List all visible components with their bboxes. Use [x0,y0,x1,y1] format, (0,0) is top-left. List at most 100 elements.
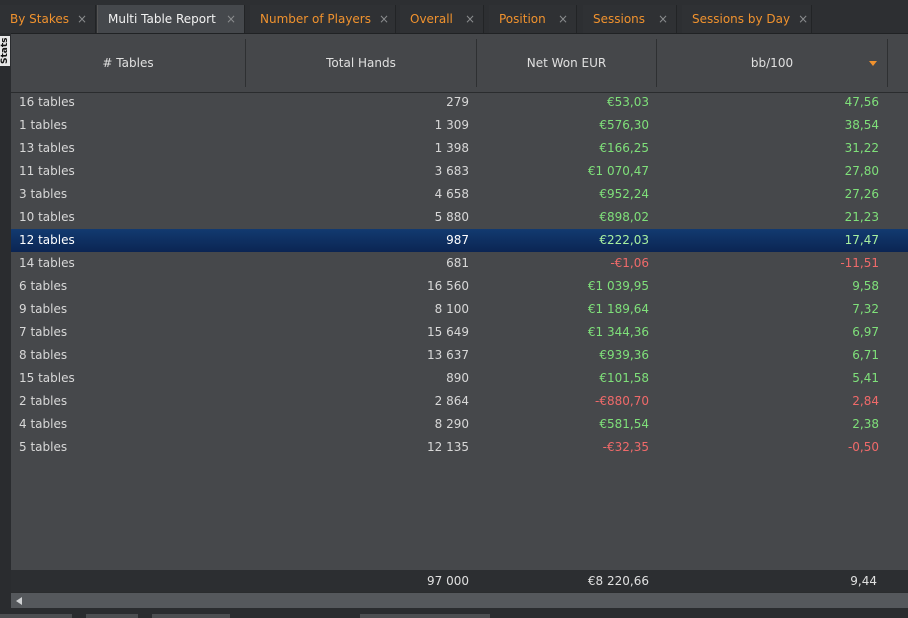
table-row[interactable]: 14 tables 681 -€1,06 -11,51 [11,252,908,275]
cell-net-won: €1 344,36 [587,325,649,339]
tab-sessions[interactable]: Sessions × [583,5,677,33]
cell-total-hands: 8 100 [434,302,469,316]
cell-total-hands: 12 135 [427,440,469,454]
cell-net-won: €53,03 [607,95,649,109]
tab-position[interactable]: Position × [489,5,577,33]
cell-total-hands: 13 637 [427,348,469,362]
cell-net-won: €576,30 [599,118,649,132]
cell-total-hands: 987 [446,233,469,247]
tab-label: Position [499,12,546,26]
table-row[interactable]: 1 tables 1 309 €576,30 38,54 [11,114,908,137]
cell-bb-100: 2,84 [852,394,879,408]
close-icon[interactable]: × [658,12,668,26]
cell-bb-100: 38,54 [844,118,879,132]
cell-total-hands: 681 [446,256,469,270]
cell-bb-100: 2,38 [852,417,879,431]
totals-row: 97 000 €8 220,66 9,44 [11,570,908,592]
cell-bb-100: 6,71 [852,348,879,362]
tab-label: Multi Table Report [108,12,216,26]
tab-sessions-by-day[interactable]: Sessions by Day × [682,5,812,33]
cell-bb-100: -11,51 [840,256,879,270]
table-row[interactable]: 9 tables 8 100 €1 189,64 7,32 [11,298,908,321]
cell-total-hands: 2 864 [434,394,469,408]
table-row[interactable]: 10 tables 5 880 €898,02 21,23 [11,206,908,229]
close-icon[interactable]: × [798,12,808,26]
table-row[interactable]: 4 tables 8 290 €581,54 2,38 [11,413,908,436]
cell-net-won: €898,02 [599,210,649,224]
cell-total-hands: 1 398 [434,141,469,155]
cell-net-won: €1 070,47 [587,164,649,178]
cell-total-hands: 279 [446,95,469,109]
column-header-bb-100[interactable]: bb/100 [657,39,888,87]
cell-tables: 3 tables [19,187,68,201]
cell-net-won: €939,36 [599,348,649,362]
table-row[interactable]: 16 tables 279 €53,03 47,56 [11,91,908,114]
cell-tables: 7 tables [19,325,68,339]
cell-tables: 4 tables [19,417,68,431]
cell-bb-100: 47,56 [844,95,879,109]
cell-tables: 6 tables [19,279,68,293]
table-row[interactable]: 5 tables 12 135 -€32,35 -0,50 [11,436,908,459]
table-row[interactable]: 7 tables 15 649 €1 344,36 6,97 [11,321,908,344]
cell-bb-100: 6,97 [852,325,879,339]
close-icon[interactable]: × [77,12,87,26]
grid-rows: 16 tables 279 €53,03 47,56 1 tables 1 309 €576… [11,91,908,459]
cell-net-won: €1 039,95 [587,279,649,293]
total-net-won: €8 220,66 [587,574,649,588]
cell-net-won: -€32,35 [602,440,649,454]
column-header-total-hands[interactable]: Total Hands [246,39,477,87]
cell-net-won: €101,58 [599,371,649,385]
total-hands: 97 000 [427,574,469,588]
cell-total-hands: 16 560 [427,279,469,293]
cell-net-won: €952,24 [599,187,649,201]
column-header-net-won[interactable]: Net Won EUR [477,39,657,87]
horizontal-scrollbar[interactable] [11,592,908,609]
cell-total-hands: 890 [446,371,469,385]
cell-tables: 8 tables [19,348,68,362]
cell-tables: 5 tables [19,440,68,454]
cell-total-hands: 1 309 [434,118,469,132]
multi-table-report-grid: # Tables Total Hands Net Won EUR bb/100 … [11,34,908,609]
report-tab-bar: By Stakes × Multi Table Report × Number … [0,0,908,34]
table-row[interactable]: 13 tables 1 398 €166,25 31,22 [11,137,908,160]
cell-bb-100: 17,47 [844,233,879,247]
cell-bb-100: 21,23 [844,210,879,224]
tab-overall[interactable]: Overall × [400,5,484,33]
cell-net-won: €166,25 [599,141,649,155]
cell-net-won: €1 189,64 [587,302,649,316]
column-header-tables[interactable]: # Tables [11,39,246,87]
cell-tables: 14 tables [19,256,75,270]
tab-label: Sessions [593,12,646,26]
cell-bb-100: -0,50 [847,440,879,454]
table-row[interactable]: 6 tables 16 560 €1 039,95 9,58 [11,275,908,298]
tab-by-stakes[interactable]: By Stakes × [0,5,96,33]
cell-total-hands: 15 649 [427,325,469,339]
cell-tables: 10 tables [19,210,75,224]
cell-total-hands: 8 290 [434,417,469,431]
scroll-left-icon[interactable] [16,597,22,605]
table-row[interactable]: 3 tables 4 658 €952,24 27,26 [11,183,908,206]
tab-multi-table-report[interactable]: Multi Table Report × [97,5,245,33]
cell-tables: 12 tables [19,233,75,247]
table-row[interactable]: 2 tables 2 864 -€880,70 2,84 [11,390,908,413]
close-icon[interactable]: × [226,12,236,26]
cell-tables: 1 tables [19,118,68,132]
cell-bb-100: 27,26 [844,187,879,201]
cell-net-won: -€1,06 [610,256,649,270]
tab-label: Number of Players [260,12,371,26]
cell-net-won: €222,03 [599,233,649,247]
stats-side-tab[interactable]: Stats [0,36,10,66]
table-row[interactable]: 15 tables 890 €101,58 5,41 [11,367,908,390]
close-icon[interactable]: × [379,12,389,26]
close-icon[interactable]: × [558,12,568,26]
table-row[interactable]: 12 tables 987 €222,03 17,47 [11,229,908,252]
cell-total-hands: 3 683 [434,164,469,178]
tab-label: By Stakes [10,12,69,26]
table-row[interactable]: 8 tables 13 637 €939,36 6,71 [11,344,908,367]
close-icon[interactable]: × [465,12,475,26]
cell-bb-100: 5,41 [852,371,879,385]
tab-label: Sessions by Day [692,12,791,26]
tab-label: Overall [410,12,453,26]
tab-number-of-players[interactable]: Number of Players × [250,5,396,33]
table-row[interactable]: 11 tables 3 683 €1 070,47 27,80 [11,160,908,183]
